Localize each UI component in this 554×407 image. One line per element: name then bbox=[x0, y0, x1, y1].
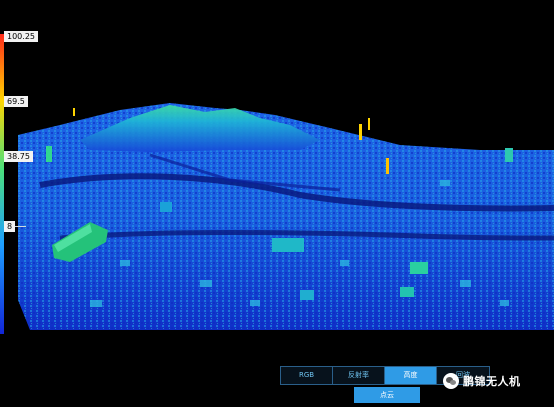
mode-tab-height[interactable]: 高度 bbox=[385, 367, 437, 384]
colorbar-tick-min: 8 bbox=[4, 221, 16, 232]
colorbar-tick-3: 38.75 bbox=[4, 151, 33, 162]
colorbar-tick-max: 100.25 bbox=[4, 31, 38, 42]
watermark: 鹏锦无人机 bbox=[443, 370, 521, 392]
mode-tab-rgb[interactable]: RGB bbox=[281, 367, 333, 384]
watermark-text: 鹏锦无人机 bbox=[463, 375, 521, 388]
point-cloud-viewport[interactable] bbox=[0, 0, 554, 407]
wechat-logo-icon bbox=[443, 373, 459, 389]
height-colorbar bbox=[0, 34, 4, 334]
mode-tab-reflectance[interactable]: 反射率 bbox=[333, 367, 385, 384]
point-cloud-render bbox=[18, 103, 554, 330]
colorbar-tick-2: 69.5 bbox=[4, 96, 28, 107]
pointcloud-button[interactable]: 点云 bbox=[354, 387, 420, 403]
